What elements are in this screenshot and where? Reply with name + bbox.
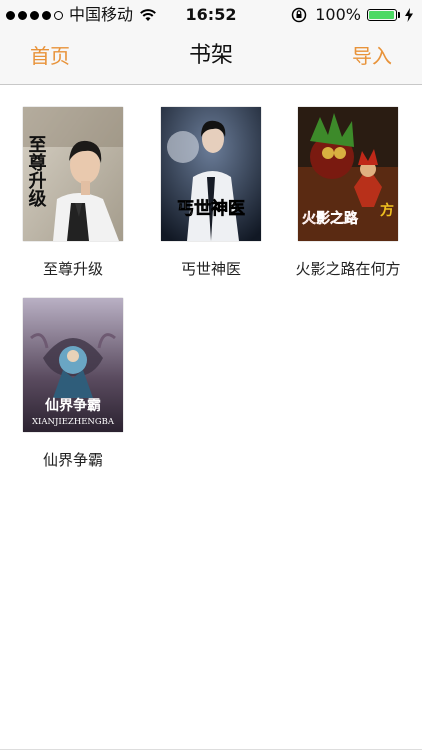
book-item[interactable]: 至尊升级 至尊升级 (8, 107, 138, 297)
book-title: 仙界争霸 (42, 451, 103, 469)
book-item[interactable]: 丐世神医 丐世神医 (146, 107, 276, 297)
svg-text:仙界争霸: 仙界争霸 (45, 397, 101, 414)
book-item[interactable]: 火影之路 方 火影之路在何方 (283, 107, 413, 297)
book-title: 丐世神医 (180, 260, 241, 278)
svg-text:至尊升级: 至尊升级 (26, 135, 47, 208)
svg-text:XIANJIEZHENGBA: XIANJIEZHENGBA (32, 417, 115, 427)
book-item[interactable]: 仙界争霸 XIANJIEZHENGBA 仙界争霸 (8, 298, 138, 488)
book-cover[interactable]: 丐世神医 (161, 107, 261, 241)
status-right: 100% (291, 5, 414, 25)
book-cover[interactable]: 仙界争霸 XIANJIEZHENGBA (23, 298, 123, 432)
book-title: 至尊升级 (42, 260, 103, 278)
charging-bolt-icon (405, 8, 413, 22)
battery-icon (367, 9, 397, 21)
book-cover[interactable]: 至尊升级 (23, 107, 123, 241)
svg-text:火影之路: 火影之路 (302, 210, 359, 227)
svg-text:方: 方 (380, 202, 394, 219)
import-button[interactable]: 导入 (352, 43, 392, 69)
rotation-lock-icon (292, 7, 307, 23)
book-title: 火影之路在何方 (295, 260, 401, 278)
navigation-bar: 首页 书架 导入 (0, 30, 422, 85)
status-bar: 中国移动 16:52 100% (0, 0, 422, 30)
book-cover[interactable]: 火影之路 方 (298, 107, 398, 241)
battery-percent: 100% (315, 5, 361, 24)
svg-text:丐世神医: 丐世神医 (177, 198, 245, 219)
